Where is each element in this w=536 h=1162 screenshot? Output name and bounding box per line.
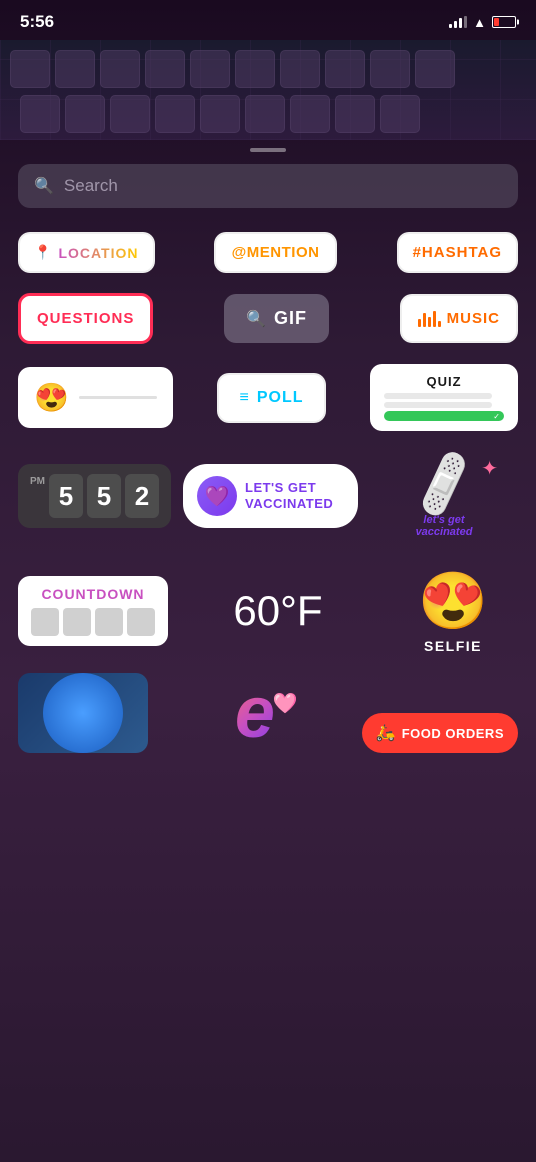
drag-indicator [0,140,536,156]
food-icon: 🛵 [376,723,396,743]
battery-icon [492,16,516,28]
poll-icon: ≡ [239,389,248,407]
heart-icon: 🩷 [272,691,297,716]
globe-sticker[interactable] [18,673,148,753]
music-label: MUSIC [447,310,500,327]
music-bars-icon [418,311,441,327]
status-time: 5:56 [20,12,54,32]
food-orders-label: FOOD ORDERS [402,726,504,741]
gif-search-icon: 🔍 [246,309,266,329]
clock-digits: 5 5 2 [49,474,159,518]
questions-sticker[interactable]: QUESTIONS [18,293,153,344]
letter-e-icon: e [235,672,275,754]
music-sticker[interactable]: MUSIC [400,294,518,343]
poll-label: POLL [257,389,304,407]
selfie-sticker[interactable]: 😍 SELFIE [388,561,518,661]
status-icons: ▲ [449,15,516,30]
letter-e-sticker[interactable]: e 🩷 [175,673,335,753]
status-bar: 5:56 ▲ [0,0,536,40]
period-label: PM [30,476,45,487]
sparkle-icon: ✦ [481,456,498,481]
poll-sticker[interactable]: ≡ POLL [217,373,325,423]
questions-label: QUESTIONS [37,310,134,327]
sticker-row-3: 😍 ≡ POLL QUIZ ✓ [18,364,518,431]
slider-line [79,396,157,399]
sticker-row-4: PM 5 5 2 💜 LET'S GETVACCINATED ✦ 🩹 let's… [18,451,518,541]
quiz-lines: ✓ [384,393,504,421]
digit-5-2: 5 [87,474,121,518]
emoji-slider-emoji: 😍 [34,381,69,414]
search-icon: 🔍 [34,176,54,196]
selfie-emoji: 😍 [418,568,488,634]
globe-icon [43,673,123,753]
selfie-label: SELFIE [424,638,482,654]
hashtag-label: #HASHTAG [413,244,502,261]
emoji-slider-sticker[interactable]: 😍 [18,367,173,428]
quiz-sticker[interactable]: QUIZ ✓ [370,364,518,431]
gif-sticker[interactable]: 🔍 GIF [224,294,329,343]
countdown-label: COUNTDOWN [41,586,144,602]
temperature-sticker[interactable]: 60°F [204,587,352,635]
bottom-row: e 🩷 🛵 FOOD ORDERS [0,669,536,753]
quiz-check-icon: ✓ [493,412,500,421]
heart-circle-icon: 💜 [197,476,237,516]
location-label: LOCATION [58,245,138,261]
search-placeholder: Search [64,176,118,196]
bandage-emoji: 🩹 [405,446,484,523]
sticker-row-2: QUESTIONS 🔍 GIF MUSIC [18,293,518,344]
digit-2: 2 [125,474,159,518]
digit-5-1: 5 [49,474,83,518]
sticker-row-5: COUNTDOWN 60°F 😍 SELFIE [18,561,518,661]
keyboard-preview [0,40,536,140]
search-container: 🔍 Search [0,156,536,224]
mention-label: @MENTION [232,244,320,261]
signal-icon [449,16,467,28]
search-bar[interactable]: 🔍 Search [18,164,518,208]
location-sticker[interactable]: 📍 LOCATION [18,232,155,273]
wifi-icon: ▲ [473,15,486,30]
quiz-label: QUIZ [426,374,461,389]
bandage-sticker[interactable]: ✦ 🩹 let's getvaccinated [370,451,518,541]
sticker-row-1: 📍 LOCATION @MENTION #HASHTAG [18,232,518,273]
countdown-sticker[interactable]: COUNTDOWN [18,576,168,646]
food-orders-sticker[interactable]: 🛵 FOOD ORDERS [362,713,518,753]
vaccinated-sticker[interactable]: 💜 LET'S GETVACCINATED [183,464,358,528]
gif-label: GIF [274,308,307,329]
location-icon: 📍 [34,244,52,261]
temperature-label: 60°F [233,587,322,635]
countdown-blocks [31,608,155,636]
stickers-grid: 📍 LOCATION @MENTION #HASHTAG QUESTIONS 🔍… [0,224,536,669]
quiz-correct-line: ✓ [384,411,504,421]
clock-sticker[interactable]: PM 5 5 2 [18,464,171,528]
vaccinated-label: LET'S GETVACCINATED [245,480,333,511]
hashtag-sticker[interactable]: #HASHTAG [397,232,518,273]
mention-sticker[interactable]: @MENTION [214,232,338,273]
